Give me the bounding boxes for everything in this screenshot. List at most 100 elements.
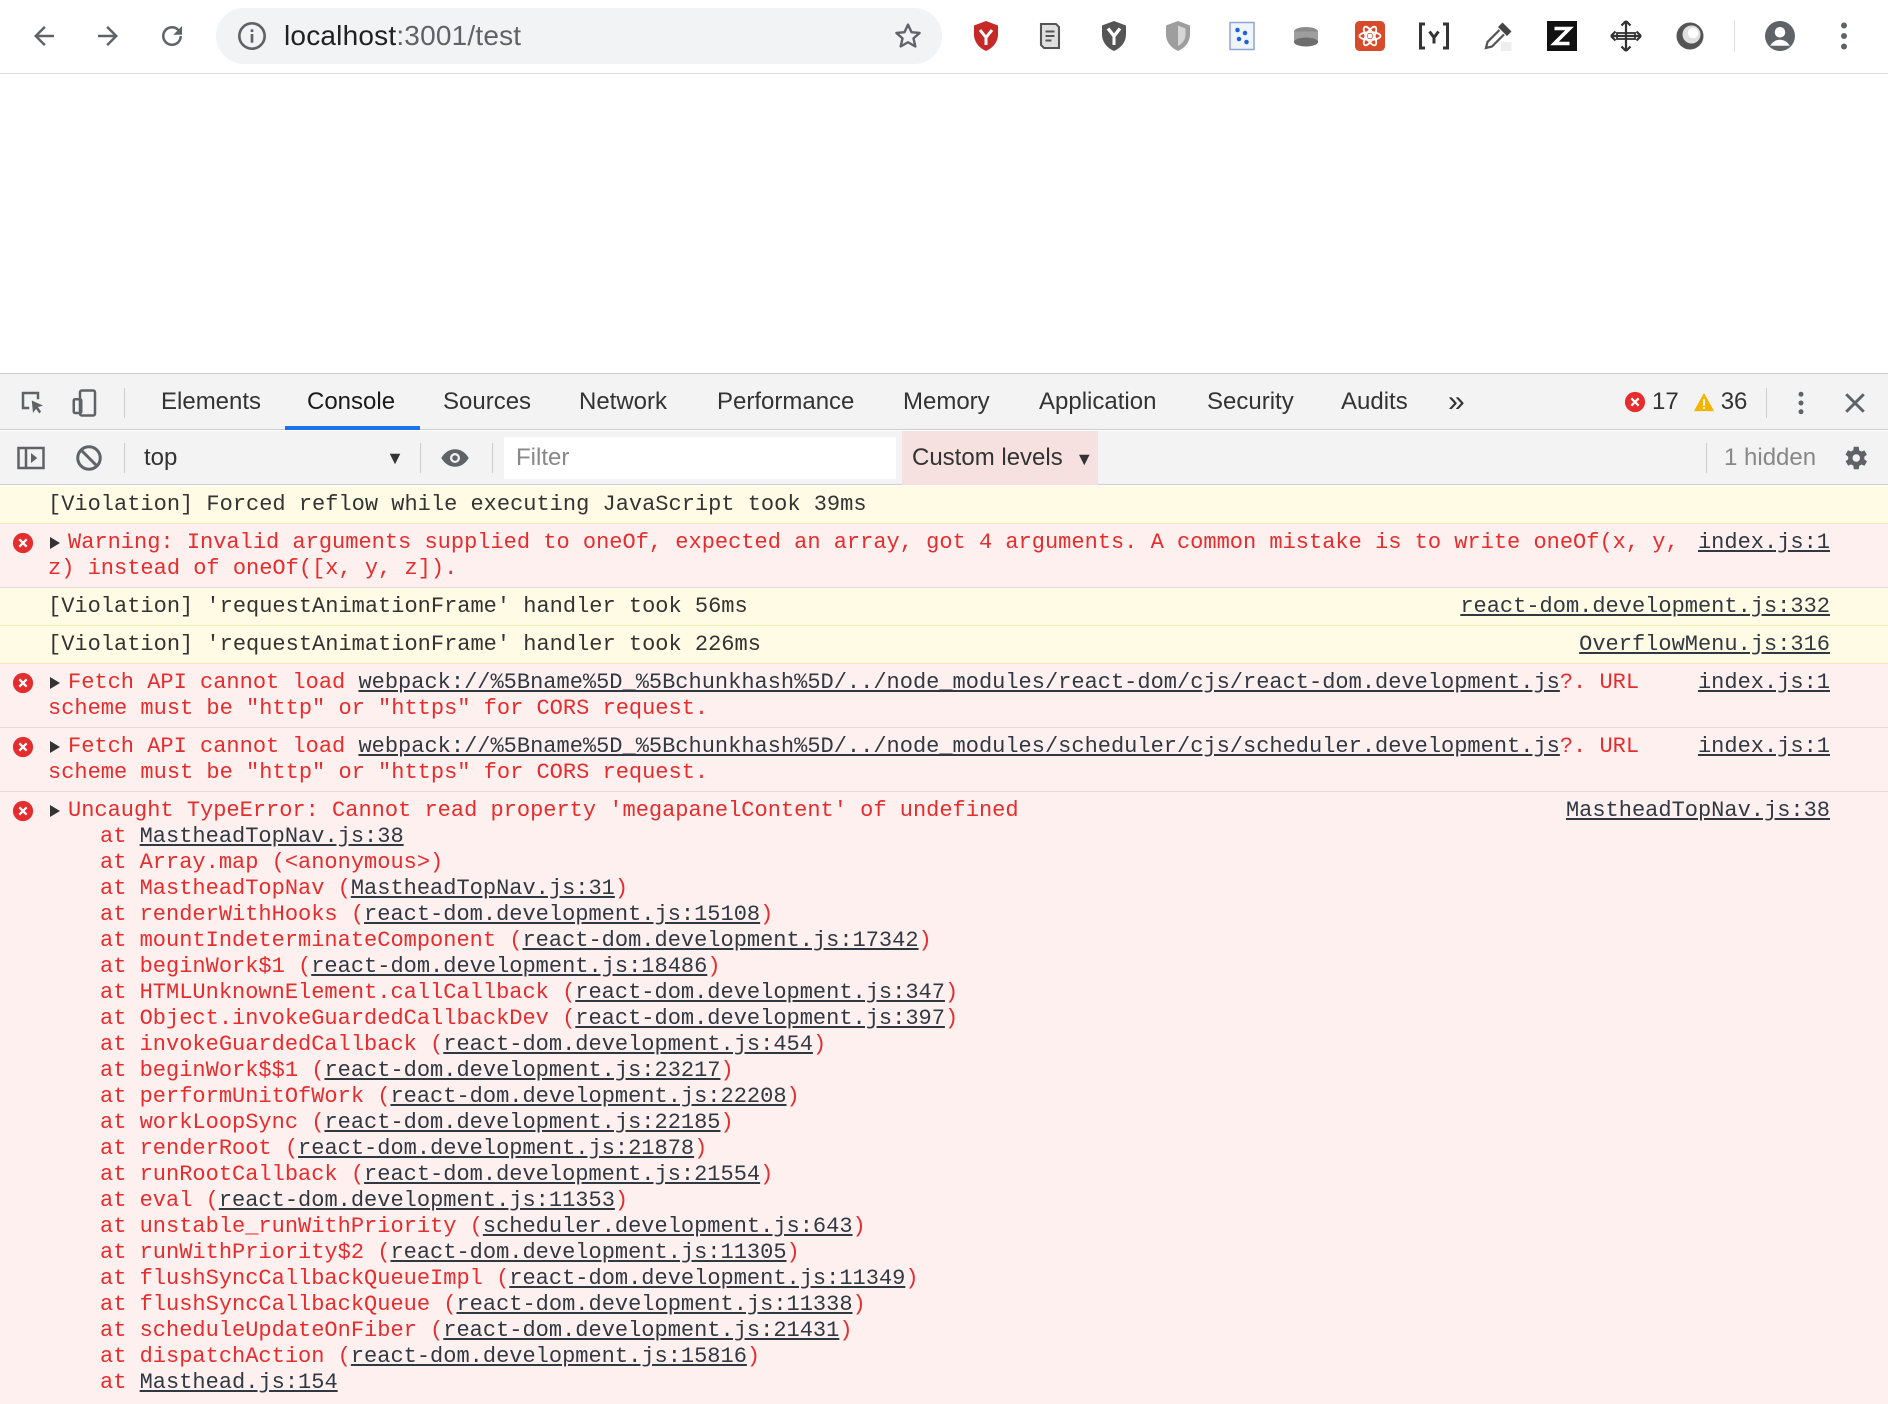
shield-icon[interactable] — [1158, 16, 1198, 56]
forward-button[interactable] — [84, 12, 132, 60]
stack-paren: ) — [720, 1110, 734, 1135]
address-bar[interactable]: localhost:3001/test — [216, 8, 942, 64]
stack-source-link[interactable]: Masthead.js:154 — [140, 1370, 338, 1395]
info-icon[interactable] — [236, 20, 268, 52]
tab-security[interactable]: Security — [1207, 374, 1294, 430]
error-icon — [12, 532, 34, 554]
message-text: [Violation] 'requestAnimationFrame' hand… — [48, 594, 748, 619]
stack-source-link[interactable]: MastheadTopNav.js:31 — [351, 876, 615, 901]
stack-source-link[interactable]: react-dom.development.js:23217 — [324, 1058, 720, 1083]
browser-menu-icon[interactable] — [1824, 16, 1864, 56]
url-text[interactable]: localhost:3001/test — [284, 8, 521, 64]
stack-source-link[interactable]: scheduler.development.js:643 — [483, 1214, 853, 1239]
console-settings-gear-icon[interactable] — [1838, 441, 1872, 475]
tab-sources[interactable]: Sources — [443, 374, 531, 430]
stack-source-link[interactable]: MastheadTopNav.js:38 — [140, 824, 404, 849]
stack-source-link[interactable]: react-dom.development.js:15108 — [364, 902, 760, 927]
scroll-icon[interactable] — [1030, 16, 1070, 56]
stack-frame: at scheduleUpdateOnFiber (react-dom.deve… — [100, 1318, 853, 1344]
stack-source-link[interactable]: react-dom.development.js:18486 — [311, 954, 707, 979]
resource-link[interactable]: webpack://%5Bname%5D_%5Bchunkhash%5D/../… — [358, 670, 1559, 695]
move-icon[interactable] — [1606, 16, 1646, 56]
stack-paren: ) — [746, 1344, 761, 1369]
stack-source-link[interactable]: react-dom.development.js:347 — [575, 980, 945, 1005]
error-icon — [12, 736, 34, 758]
bookmark-star-icon[interactable] — [892, 20, 924, 52]
stack-source-link[interactable]: react-dom.development.js:15816 — [351, 1344, 747, 1369]
source-link[interactable]: index.js:1 — [1698, 530, 1830, 556]
close-devtools-icon[interactable] — [1838, 386, 1872, 420]
source-link[interactable]: OverflowMenu.js:316 — [1579, 632, 1830, 658]
circle-icon[interactable] — [1670, 16, 1710, 56]
source-link[interactable]: index.js:1 — [1698, 670, 1830, 696]
stack-source-link[interactable]: react-dom.development.js:11349 — [509, 1266, 905, 1291]
stack-frame: at beginWork$$1 (react-dom.development.j… — [100, 1058, 734, 1084]
dots-icon[interactable] — [1222, 16, 1262, 56]
expand-triangle-icon[interactable] — [50, 741, 60, 753]
console-message-error[interactable]: Warning: Invalid arguments supplied to o… — [0, 524, 1888, 588]
expand-triangle-icon[interactable] — [50, 805, 60, 817]
stack-frame: at performUnitOfWork (react-dom.developm… — [100, 1084, 800, 1110]
console-message-violation[interactable]: [Violation] 'requestAnimationFrame' hand… — [0, 588, 1888, 626]
stack-source-link[interactable]: react-dom.development.js:22185 — [324, 1110, 720, 1135]
stack-function: at workLoopSync ( — [100, 1110, 325, 1135]
source-link[interactable]: index.js:1 — [1698, 734, 1830, 760]
console-filter-input[interactable] — [504, 437, 896, 479]
console-message-violation[interactable]: [Violation] 'requestAnimationFrame' hand… — [0, 626, 1888, 664]
filter-separator — [492, 443, 493, 473]
back-button[interactable] — [20, 12, 68, 60]
resource-link[interactable]: webpack://%5Bname%5D_%5Bchunkhash%5D/../… — [358, 734, 1559, 759]
reload-button[interactable] — [148, 12, 196, 60]
console-message-error[interactable]: Fetch API cannot load webpack://%5Bname%… — [0, 728, 1888, 792]
brave-shield-icon[interactable] — [966, 16, 1006, 56]
stack-source-link[interactable]: react-dom.development.js:11305 — [390, 1240, 786, 1265]
stack-source-link[interactable]: react-dom.development.js:21554 — [364, 1162, 760, 1187]
tab-application[interactable]: Application — [1039, 374, 1156, 430]
stack-function: at beginWork$1 ( — [100, 954, 312, 979]
live-expression-eye-icon[interactable] — [438, 441, 472, 475]
context-selector[interactable]: top ▼ — [124, 431, 404, 485]
eyedropper-icon[interactable] — [1478, 16, 1518, 56]
stack-source-link[interactable]: react-dom.development.js:21431 — [443, 1318, 839, 1343]
react-icon[interactable] — [1350, 16, 1390, 56]
device-toolbar-icon[interactable] — [68, 386, 102, 420]
tab-memory[interactable]: Memory — [903, 374, 990, 430]
console-message-error[interactable]: Fetch API cannot load webpack://%5Bname%… — [0, 664, 1888, 728]
bracket-icon[interactable] — [1414, 16, 1454, 56]
stack-source-link[interactable]: react-dom.development.js:11353 — [219, 1188, 615, 1213]
console-message-violation[interactable]: [Violation] Forced reflow while executin… — [0, 486, 1888, 524]
stack-source-link[interactable]: react-dom.development.js:454 — [443, 1032, 813, 1057]
log-levels-dropdown[interactable]: Custom levels ▼ — [902, 431, 1098, 485]
devtools-menu-icon[interactable] — [1784, 386, 1818, 420]
stack-source-link[interactable]: react-dom.development.js:397 — [575, 1006, 945, 1031]
tab-elements[interactable]: Elements — [161, 374, 261, 430]
issue-counts[interactable]: 17 36 — [1624, 374, 1761, 430]
console-message-error[interactable]: Uncaught TypeError: Cannot read property… — [0, 792, 1888, 1404]
more-tabs-button[interactable]: » — [1448, 374, 1465, 430]
stack-paren: ) — [839, 1318, 853, 1343]
stack-frame: at invokeGuardedCallback (react-dom.deve… — [100, 1032, 826, 1058]
z-icon[interactable] — [1542, 16, 1582, 56]
stack-source-link[interactable]: react-dom.development.js:17342 — [522, 928, 918, 953]
source-link[interactable]: react-dom.development.js:332 — [1460, 594, 1830, 620]
tab-console[interactable]: Console — [307, 374, 395, 430]
y-shield-icon[interactable] — [1094, 16, 1134, 56]
hat-icon[interactable] — [1286, 16, 1326, 56]
tab-performance[interactable]: Performance — [717, 374, 854, 430]
stack-source-link[interactable]: react-dom.development.js:22208 — [390, 1084, 786, 1109]
source-link[interactable]: MastheadTopNav.js:38 — [1566, 798, 1830, 824]
tab-separator — [124, 388, 125, 418]
stack-source-link[interactable]: react-dom.development.js:11338 — [456, 1292, 852, 1317]
tab-audits[interactable]: Audits — [1341, 374, 1408, 430]
inspect-element-icon[interactable] — [16, 386, 50, 420]
clear-console-icon[interactable] — [72, 441, 106, 475]
profile-avatar-icon[interactable] — [1760, 16, 1800, 56]
expand-triangle-icon[interactable] — [50, 677, 60, 689]
stack-function: at — [100, 1370, 140, 1395]
toolbar-separator — [1734, 20, 1735, 52]
stack-source-link[interactable]: react-dom.development.js:21878 — [298, 1136, 694, 1161]
active-tab-indicator — [285, 426, 420, 430]
console-sidebar-icon[interactable] — [14, 441, 48, 475]
tab-network[interactable]: Network — [579, 374, 667, 430]
expand-triangle-icon[interactable] — [50, 537, 60, 549]
